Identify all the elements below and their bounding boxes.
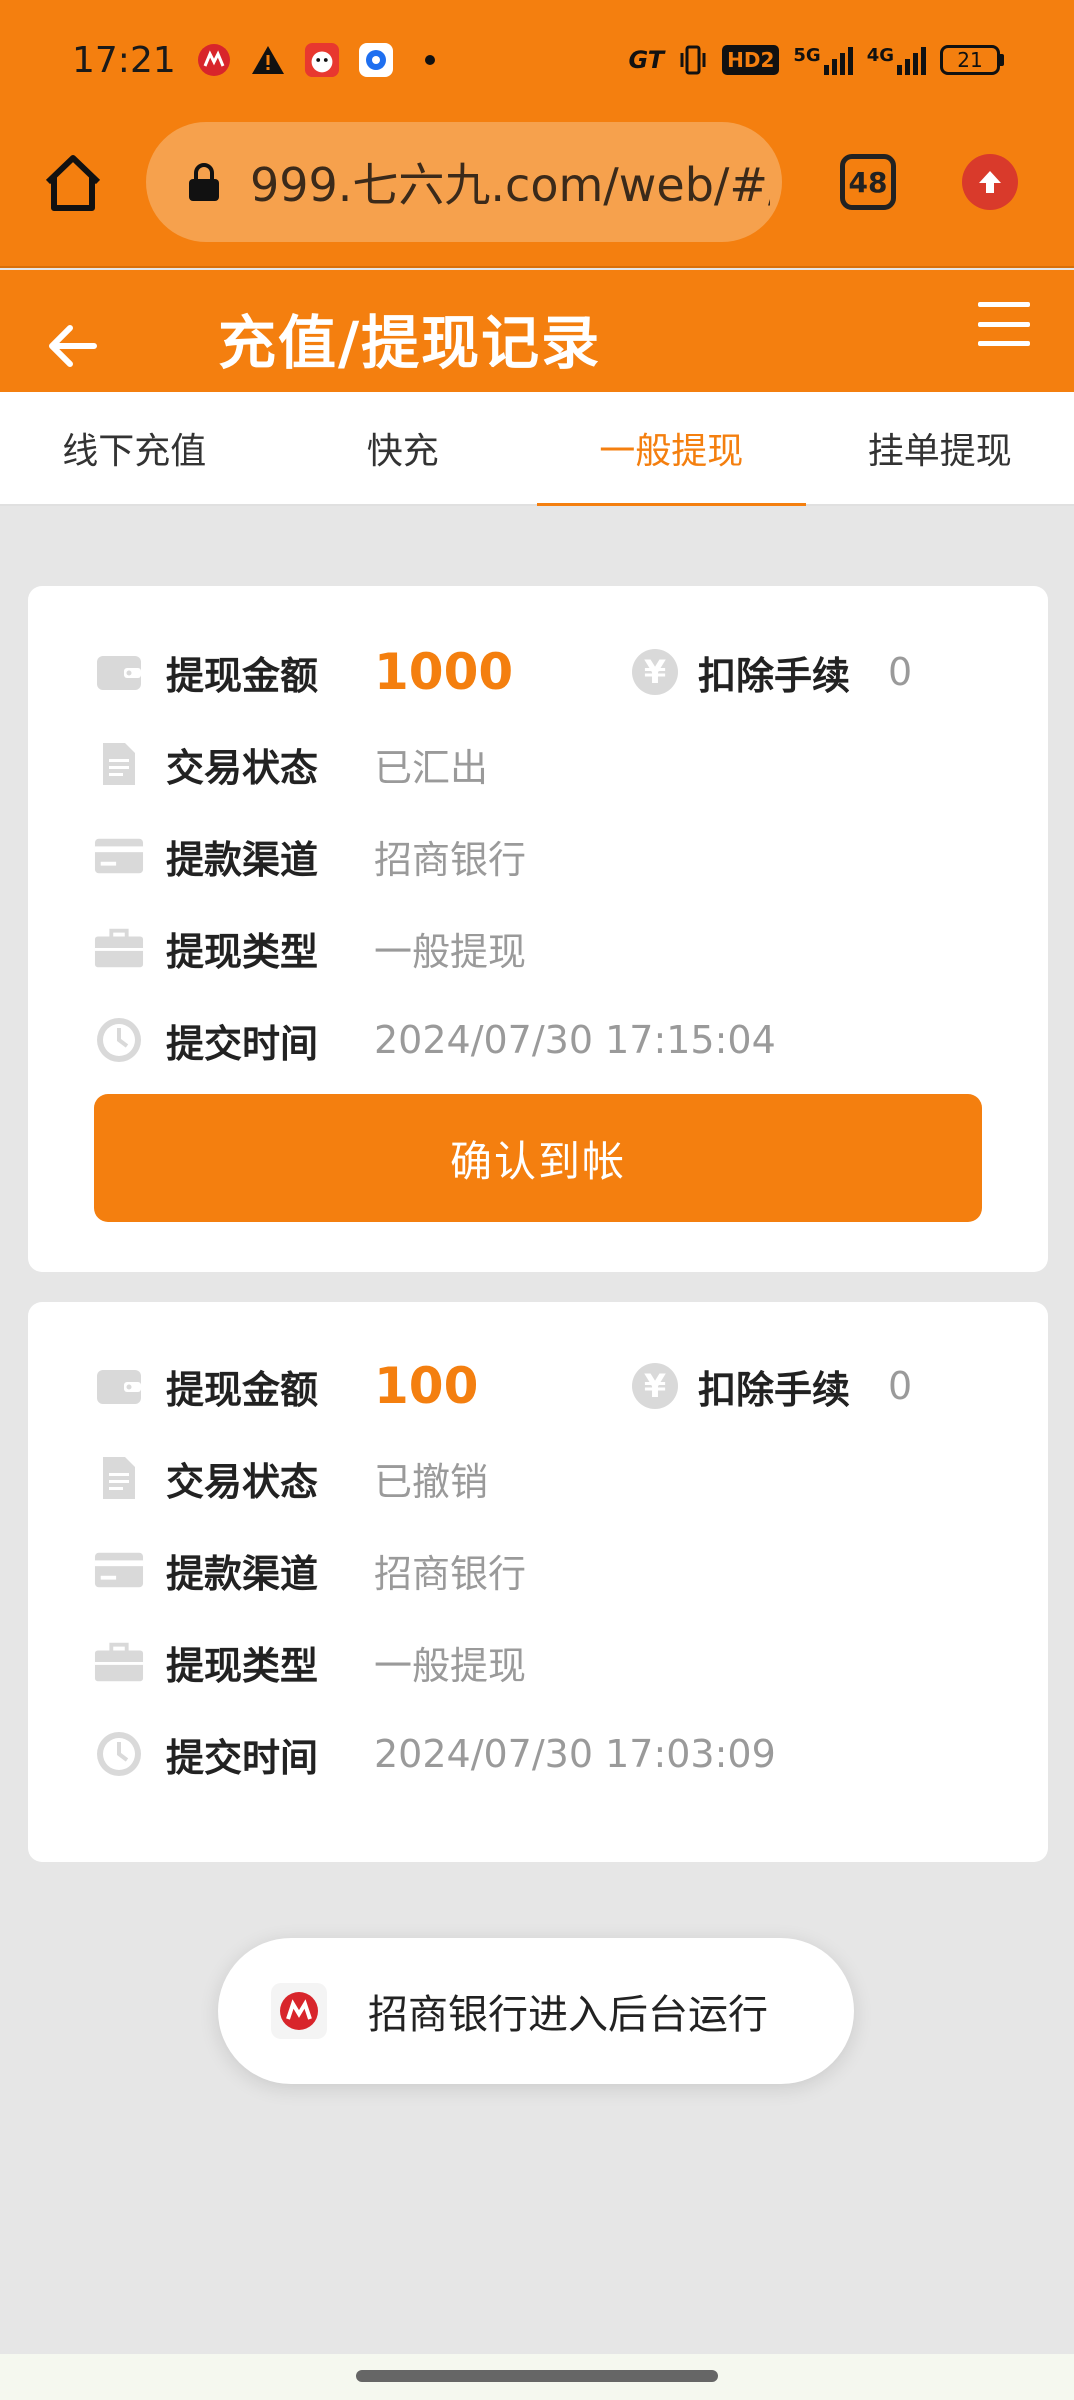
time-label: 提交时间	[166, 1735, 319, 1780]
notification-icons	[196, 42, 448, 78]
time-value: 2024/07/30 17:03:09	[374, 1732, 776, 1776]
record-tabs: 线下充值 快充 一般提现 挂单提现	[0, 392, 1074, 506]
battery-icon: 21	[940, 45, 1004, 75]
channel-row: 提款渠道 招商银行	[94, 1540, 526, 1600]
type-value: 一般提现	[374, 929, 527, 974]
time-label: 提交时间	[166, 1021, 319, 1066]
url-text: 999.七六九.com/web/#/	[250, 158, 770, 212]
tab-switcher-button[interactable]: 48	[840, 154, 896, 210]
channel-row: 提款渠道 招商银行	[94, 826, 526, 886]
warning-icon	[250, 42, 286, 78]
browser-app-icon	[358, 42, 394, 78]
wallet-icon	[94, 1361, 144, 1411]
amount-value: 100	[374, 1357, 479, 1415]
amount-label: 提现金额	[166, 653, 319, 698]
fee-row: ¥ 扣除手续 0	[632, 1356, 912, 1416]
lock-icon	[189, 163, 219, 201]
yen-icon: ¥	[632, 649, 678, 695]
menu-icon-line	[978, 321, 1030, 327]
fee-label: 扣除手续	[698, 653, 851, 698]
withdrawal-record-card: 提现金额 1000 ¥ 扣除手续 0 交易状态 已汇出 提款渠道 招商银行 提现…	[28, 586, 1048, 1272]
home-icon	[45, 155, 101, 211]
menu-button[interactable]	[978, 302, 1030, 346]
arrow-left-icon	[49, 325, 97, 367]
wallet-icon	[94, 647, 144, 697]
fee-value: 0	[888, 1364, 913, 1408]
browser-toolbar: 999.七六九.com/web/#/ 48	[0, 120, 1074, 268]
clock-icon	[94, 1729, 144, 1779]
tab-general-withdrawal[interactable]: 一般提现	[537, 392, 806, 506]
channel-label: 提款渠道	[166, 1551, 319, 1596]
signal-5g-icon: 5G	[793, 45, 853, 75]
withdrawal-record-card: 提现金额 100 ¥ 扣除手续 0 交易状态 已撤销 提款渠道 招商银行 提现类…	[28, 1302, 1048, 1862]
system-indicators: GT HD2 5G 4G 21	[628, 44, 1004, 76]
cmb-logo-icon	[271, 1983, 327, 2039]
type-row: 提现类型 一般提现	[94, 918, 526, 978]
tab-quick-recharge[interactable]: 快充	[269, 392, 538, 504]
arrow-up-icon	[979, 171, 1001, 193]
mascot-app-icon	[304, 42, 340, 78]
cmb-app-icon	[196, 42, 232, 78]
channel-value: 招商银行	[374, 1551, 527, 1596]
address-bar[interactable]: 999.七六九.com/web/#/	[146, 122, 782, 242]
home-button[interactable]	[40, 150, 106, 216]
amount-row: 提现金额 100	[94, 1356, 478, 1416]
status-row: 交易状态 已汇出	[94, 734, 488, 794]
status-time: 17:21	[72, 40, 176, 81]
page-title: 充值/提现记录	[218, 309, 602, 377]
back-button[interactable]	[44, 318, 100, 374]
fee-row: ¥ 扣除手续 0	[632, 642, 912, 702]
menu-icon-line	[978, 341, 1030, 346]
amount-value: 1000	[374, 643, 514, 701]
document-icon	[94, 739, 144, 789]
time-row: 提交时间 2024/07/30 17:15:04	[94, 1010, 776, 1070]
menu-icon-line	[978, 302, 1030, 307]
toast-notification: 招商银行进入后台运行	[218, 1938, 854, 2084]
amount-label: 提现金额	[166, 1367, 319, 1412]
yen-icon: ¥	[632, 1363, 678, 1409]
credit-card-icon	[94, 1545, 144, 1595]
channel-value: 招商银行	[374, 837, 527, 882]
tab-offline-recharge[interactable]: 线下充值	[0, 392, 269, 504]
system-navigation-bar	[0, 2354, 1074, 2400]
tab-order-withdrawal[interactable]: 挂单提现	[806, 392, 1074, 504]
confirm-receipt-button[interactable]: 确认到帐	[94, 1094, 982, 1222]
toast-text: 招商银行进入后台运行	[368, 1992, 768, 2038]
battery-level: 21	[940, 45, 1000, 75]
channel-label: 提款渠道	[166, 837, 319, 882]
amount-row: 提现金额 1000	[94, 642, 513, 702]
type-label: 提现类型	[166, 1643, 319, 1688]
briefcase-icon	[94, 923, 144, 973]
app-header: 充值/提现记录	[0, 270, 1074, 392]
fee-value: 0	[888, 650, 913, 694]
status-label: 交易状态	[166, 745, 319, 790]
credit-card-icon	[94, 831, 144, 881]
dot-icon	[412, 42, 448, 78]
status-value: 已汇出	[374, 745, 489, 790]
type-row: 提现类型 一般提现	[94, 1632, 526, 1692]
fee-label: 扣除手续	[698, 1367, 851, 1412]
clock-icon	[94, 1015, 144, 1065]
type-label: 提现类型	[166, 929, 319, 974]
upload-button[interactable]	[962, 154, 1018, 210]
time-value: 2024/07/30 17:15:04	[374, 1018, 776, 1062]
home-gesture-handle[interactable]	[356, 2370, 718, 2382]
status-row: 交易状态 已撤销	[94, 1448, 488, 1508]
vibrate-icon	[680, 45, 706, 75]
gt-mode-icon: GT	[628, 46, 665, 74]
document-icon	[94, 1453, 144, 1503]
hd-icon: HD2	[722, 45, 780, 75]
status-bar: 17:21 GT HD2 5G 4G 21	[0, 0, 1074, 120]
status-value: 已撤销	[374, 1459, 489, 1504]
time-row: 提交时间 2024/07/30 17:03:09	[94, 1724, 776, 1784]
briefcase-icon	[94, 1637, 144, 1687]
signal-4g-icon: 4G	[867, 45, 926, 75]
status-label: 交易状态	[166, 1459, 319, 1504]
type-value: 一般提现	[374, 1643, 527, 1688]
